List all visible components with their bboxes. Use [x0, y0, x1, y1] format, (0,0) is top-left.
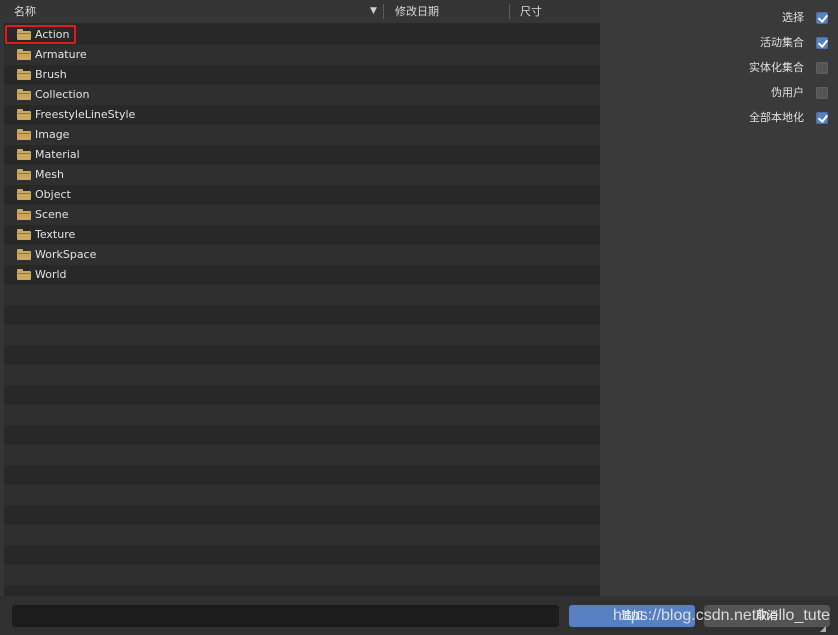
- file-item[interactable]: Collection: [4, 85, 600, 105]
- folder-icon: [17, 229, 31, 240]
- folder-icon: [17, 69, 31, 80]
- file-item-label: Mesh: [35, 168, 64, 181]
- file-item-label: Collection: [35, 88, 90, 101]
- file-item[interactable]: Image: [4, 125, 600, 145]
- folder-icon: [17, 209, 31, 220]
- option-row[interactable]: 实体化集合: [608, 59, 828, 77]
- file-item[interactable]: Texture: [4, 225, 600, 245]
- option-row[interactable]: 活动集合: [608, 34, 829, 52]
- list-row-background: [4, 505, 600, 525]
- file-item-label: Scene: [35, 208, 69, 221]
- option-label: 全部本地化: [749, 111, 804, 124]
- checkmark-icon: [817, 12, 829, 23]
- checkmark-icon: [817, 112, 829, 123]
- file-browser-window: 名称 ▼ 修改日期 尺寸 Action Armature Brush Collecti…: [0, 0, 838, 635]
- file-item[interactable]: Brush: [4, 65, 600, 85]
- option-row[interactable]: 全部本地化: [608, 109, 829, 127]
- list-row-background: [4, 545, 600, 565]
- file-item[interactable]: World: [4, 265, 600, 285]
- file-item-label: Texture: [35, 228, 76, 241]
- list-row-background: [4, 305, 600, 325]
- option-checkbox[interactable]: [816, 62, 828, 74]
- option-label: 实体化集合: [749, 61, 804, 74]
- column-separator[interactable]: [383, 4, 384, 19]
- folder-icon: [17, 49, 31, 60]
- file-item[interactable]: Material: [4, 145, 600, 165]
- file-item-label: FreestyleLineStyle: [35, 108, 136, 121]
- list-row-background: [4, 525, 600, 545]
- folder-icon: [17, 89, 31, 100]
- file-item[interactable]: Action: [4, 25, 600, 45]
- column-modified-header[interactable]: 修改日期: [395, 0, 439, 23]
- file-item[interactable]: WorkSpace: [4, 245, 600, 265]
- file-item-label: Brush: [35, 68, 67, 81]
- list-row-background: [4, 445, 600, 465]
- option-label: 伪用户: [771, 86, 804, 99]
- column-separator[interactable]: [509, 4, 510, 19]
- file-item-label: WorkSpace: [35, 248, 97, 261]
- list-row-background: [4, 565, 600, 585]
- checkmark-icon: [817, 37, 829, 48]
- list-row-background: [4, 485, 600, 505]
- watermark-text: https://blog.csdn.net/hello_tute: [613, 607, 831, 624]
- option-checkbox[interactable]: [816, 12, 829, 24]
- file-item[interactable]: Mesh: [4, 165, 600, 185]
- folder-icon: [17, 149, 31, 160]
- option-row[interactable]: 伪用户: [608, 84, 828, 102]
- folder-icon: [17, 249, 31, 260]
- option-row[interactable]: 选择: [608, 9, 829, 27]
- list-row-background: [4, 345, 600, 365]
- file-list: Action Armature Brush Collection FreestyleLi…: [4, 25, 600, 596]
- resize-corner-icon[interactable]: ◢: [820, 624, 826, 633]
- options-panel: 选择活动集合实体化集合伪用户全部本地化: [600, 0, 838, 596]
- column-size-header[interactable]: 尺寸: [520, 0, 542, 23]
- folder-icon: [17, 189, 31, 200]
- file-item-label: Image: [35, 128, 70, 141]
- folder-icon: [17, 109, 31, 120]
- column-name-header[interactable]: 名称: [14, 0, 36, 23]
- file-item-label: Action: [35, 28, 70, 41]
- folder-icon: [17, 29, 31, 40]
- filename-input[interactable]: [12, 605, 559, 627]
- list-row-background: [4, 385, 600, 405]
- file-list-panel: 名称 ▼ 修改日期 尺寸 Action Armature Brush Collecti…: [4, 0, 600, 596]
- folder-icon: [17, 129, 31, 140]
- file-item[interactable]: Object: [4, 185, 600, 205]
- list-row-background: [4, 405, 600, 425]
- list-row-background: [4, 325, 600, 345]
- list-row-background: [4, 365, 600, 385]
- file-item-label: Object: [35, 188, 71, 201]
- option-checkbox[interactable]: [816, 37, 829, 49]
- list-row-background: [4, 465, 600, 485]
- file-item[interactable]: FreestyleLineStyle: [4, 105, 600, 125]
- option-label: 选择: [782, 11, 804, 24]
- file-item[interactable]: Scene: [4, 205, 600, 225]
- sort-down-icon[interactable]: ▼: [370, 0, 377, 23]
- list-row-background: [4, 425, 600, 445]
- bottom-bar: 追加 取消 https://blog.csdn.net/hello_tute ◢: [0, 596, 838, 635]
- option-checkbox[interactable]: [816, 87, 828, 99]
- folder-icon: [17, 269, 31, 280]
- list-row-background: [4, 285, 600, 305]
- file-item-label: Armature: [35, 48, 87, 61]
- file-item[interactable]: Armature: [4, 45, 600, 65]
- folder-icon: [17, 169, 31, 180]
- option-label: 活动集合: [760, 36, 804, 49]
- file-item-label: Material: [35, 148, 80, 161]
- list-row-background: [4, 585, 600, 596]
- column-header: 名称 ▼ 修改日期 尺寸: [4, 0, 600, 24]
- option-checkbox[interactable]: [816, 112, 829, 124]
- file-item-label: World: [35, 268, 67, 281]
